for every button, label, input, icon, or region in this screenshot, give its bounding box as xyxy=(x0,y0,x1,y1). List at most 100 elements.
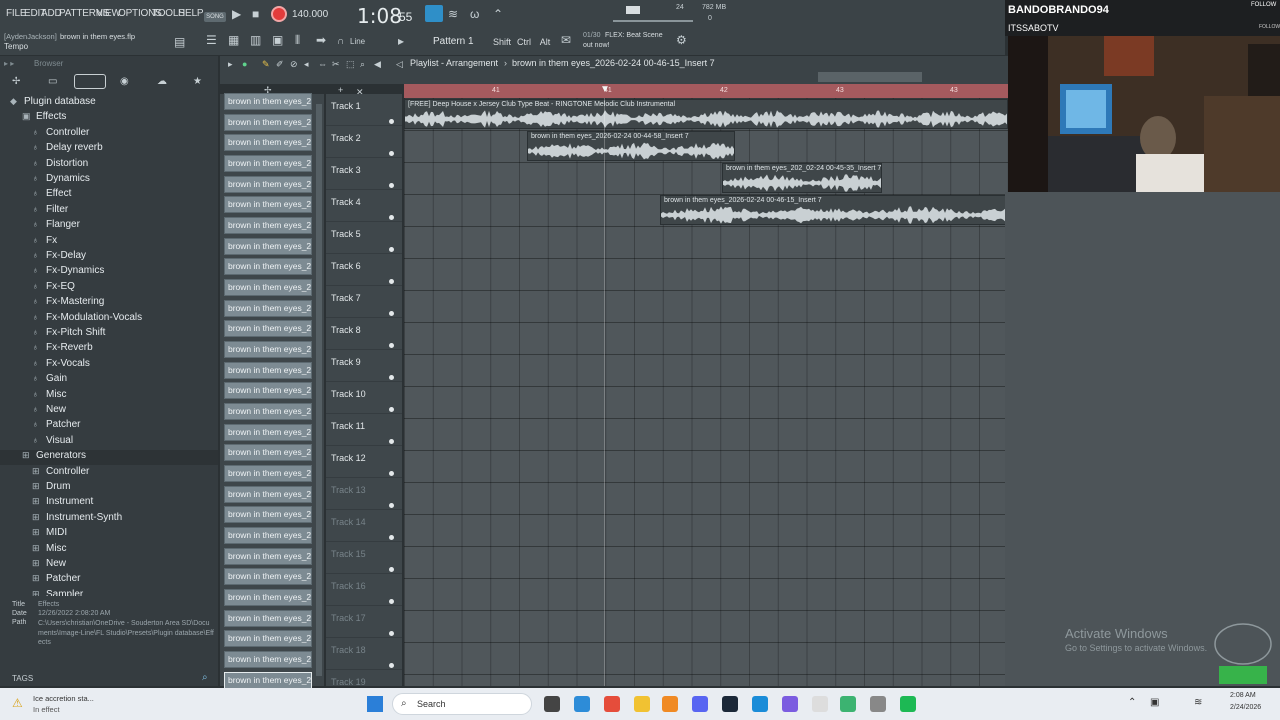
track-mute-led[interactable] xyxy=(389,151,394,156)
track-mute-led[interactable] xyxy=(389,599,394,604)
tree-generator-item[interactable]: ⊞ New xyxy=(0,558,66,573)
tree-generator-item[interactable]: ⊞ Controller xyxy=(0,466,89,481)
browser-filter-button[interactable] xyxy=(74,74,106,89)
timeline-ruler[interactable]: 41 41 42 43 43 ▼ xyxy=(404,84,1008,98)
channel-button[interactable]: brown in them eyes_202... xyxy=(224,568,312,586)
tree-generator-item[interactable]: ⊞ Instrument xyxy=(0,496,93,511)
piano-roll-icon[interactable]: ▥ xyxy=(250,34,261,46)
slice-tool-icon[interactable]: ✂ xyxy=(332,58,340,70)
track-mute-led[interactable] xyxy=(389,247,394,252)
tree-effect-item[interactable]: ♁ Controller xyxy=(0,127,89,142)
clock-date[interactable]: 2/24/2026 xyxy=(1230,704,1261,711)
channel-button[interactable]: brown in them eyes_202... xyxy=(224,361,312,379)
edge-icon[interactable] xyxy=(574,696,590,712)
tree-effects-folder[interactable]: ▣ Effects xyxy=(0,111,66,126)
discord-icon[interactable] xyxy=(692,696,708,712)
master-volume-slider[interactable] xyxy=(613,20,693,22)
track-mute-led[interactable] xyxy=(389,215,394,220)
countdown-icon[interactable]: ⌃ xyxy=(493,8,503,20)
wifi-icon[interactable]: ≋ xyxy=(1194,697,1202,708)
tree-generators-folder[interactable]: ⊞ Generators xyxy=(0,450,86,465)
audio-clip[interactable]: brown in them eyes_2026-02-24 00-46-15_I… xyxy=(660,195,1020,225)
track-mute-led[interactable] xyxy=(389,119,394,124)
channel-button[interactable]: brown in them eyes_202... xyxy=(224,113,312,131)
tags-search-icon[interactable]: ⌕ xyxy=(202,672,208,684)
playlist-menu-icon[interactable]: ▸ xyxy=(228,58,233,70)
arrow-right-icon[interactable]: ➡ xyxy=(316,34,326,46)
channel-button[interactable]: brown in them eyes_202... xyxy=(224,589,312,607)
tree-effect-item[interactable]: ♁ Gain xyxy=(0,373,67,388)
channel-rack-icon[interactable]: ☰ xyxy=(206,34,217,46)
channel-button[interactable]: brown in them eyes_202... xyxy=(224,382,312,400)
track-header[interactable]: Track 8 xyxy=(326,318,402,350)
browser-plugin-icon[interactable]: ◉ xyxy=(120,76,129,88)
channel-button[interactable]: brown in them eyes_202... xyxy=(224,423,312,441)
tray-app-icon[interactable]: ▣ xyxy=(1150,697,1159,708)
browser-app-icon[interactable] xyxy=(752,696,768,712)
track-mute-led[interactable] xyxy=(389,375,394,380)
channel-button[interactable]: brown in them eyes_202... xyxy=(224,258,312,276)
channel-button[interactable]: brown in them eyes_202... xyxy=(224,630,312,648)
pattern-song-icon[interactable] xyxy=(425,5,443,22)
tree-generator-item[interactable]: ⊞ Patcher xyxy=(0,573,80,588)
tree-effect-item[interactable]: ♁ Filter xyxy=(0,204,68,219)
tree-effect-item[interactable]: ♁ Fx-Dynamics xyxy=(0,265,104,280)
app-icon-3[interactable] xyxy=(840,696,856,712)
audio-clip[interactable]: brown in them eyes_202_02-24 00-45-35_In… xyxy=(722,163,882,193)
channel-button[interactable]: brown in them eyes_202... xyxy=(224,506,312,524)
track-header[interactable]: Track 3 xyxy=(326,158,402,190)
track-mute-led[interactable] xyxy=(389,663,394,668)
warning-icon[interactable]: ⚠ xyxy=(12,696,23,710)
track-header[interactable]: Track 10 xyxy=(326,382,402,414)
explorer-icon[interactable] xyxy=(634,696,650,712)
windows-start-icon[interactable] xyxy=(367,696,383,712)
spotify-icon[interactable] xyxy=(900,696,916,712)
audio-clip[interactable]: [FREE] Deep House x Jersey Club Type Bea… xyxy=(404,99,1008,129)
taskbar-search-box[interactable]: ⌕ Search xyxy=(392,693,532,715)
news-icon[interactable]: ✉ xyxy=(561,34,571,46)
tree-effect-item[interactable]: ♁ Fx-Reverb xyxy=(0,342,93,357)
track-mute-led[interactable] xyxy=(389,183,394,188)
track-header[interactable]: Track 4 xyxy=(326,190,402,222)
tree-effect-item[interactable]: ♁ Fx-Pitch Shift xyxy=(0,327,105,342)
play-icon[interactable]: ▶ xyxy=(232,8,241,20)
tree-effect-item[interactable]: ♁ Patcher xyxy=(0,419,80,434)
track-header[interactable]: Track 6 xyxy=(326,254,402,286)
fl-studio-icon[interactable] xyxy=(662,696,678,712)
channel-button[interactable]: brown in them eyes_202... xyxy=(224,320,312,338)
paint-tool-icon[interactable]: ✐ xyxy=(276,58,284,70)
mute-tool-icon[interactable]: ◂ xyxy=(304,58,309,70)
tree-effect-item[interactable]: ♁ Effect xyxy=(0,188,71,203)
track-header[interactable]: Track 2 xyxy=(326,126,402,158)
track-mute-led[interactable] xyxy=(389,567,394,572)
news-line-2[interactable]: out now! xyxy=(583,42,609,49)
tree-effect-item[interactable]: ♁ Delay reverb xyxy=(0,142,103,157)
channel-button[interactable]: brown in them eyes_202... xyxy=(224,134,312,152)
track-mute-led[interactable] xyxy=(389,439,394,444)
weather-title[interactable]: Ice accretion sta... xyxy=(33,694,94,703)
app-icon-2[interactable] xyxy=(782,696,798,712)
track-mute-led[interactable] xyxy=(389,311,394,316)
track-mute-led[interactable] xyxy=(389,343,394,348)
tree-generator-item[interactable]: ⊞ Instrument-Synth xyxy=(0,512,122,527)
track-header[interactable]: Track 7 xyxy=(326,286,402,318)
tree-effect-item[interactable]: ♁ Misc xyxy=(0,389,67,404)
delete-tool-icon[interactable]: ⊘ xyxy=(290,58,298,70)
draw-tool-icon[interactable]: ✎ xyxy=(262,58,270,70)
browser-icon[interactable]: ▣ xyxy=(272,34,283,46)
clock-time[interactable]: 2:08 AM xyxy=(1230,692,1256,699)
track-mute-led[interactable] xyxy=(389,471,394,476)
tree-effect-item[interactable]: ♁ Distortion xyxy=(0,158,88,173)
shift-button[interactable]: Shift xyxy=(491,35,513,49)
channel-button[interactable]: brown in them eyes_202... xyxy=(224,465,312,483)
stop-icon[interactable]: ■ xyxy=(252,8,259,20)
channel-button[interactable]: brown in them eyes_202... xyxy=(224,299,312,317)
browser-star-icon[interactable]: ★ xyxy=(193,76,202,88)
track-header[interactable]: Track 9 xyxy=(326,350,402,382)
channel-button[interactable]: brown in them eyes_202... xyxy=(224,547,312,565)
track-mute-led[interactable] xyxy=(389,535,394,540)
notes-icon[interactable] xyxy=(812,696,828,712)
tree-generator-item[interactable]: ⊞ Misc xyxy=(0,543,67,558)
mixer-icon[interactable]: ▤ xyxy=(174,36,185,48)
chrome-icon[interactable] xyxy=(604,696,620,712)
